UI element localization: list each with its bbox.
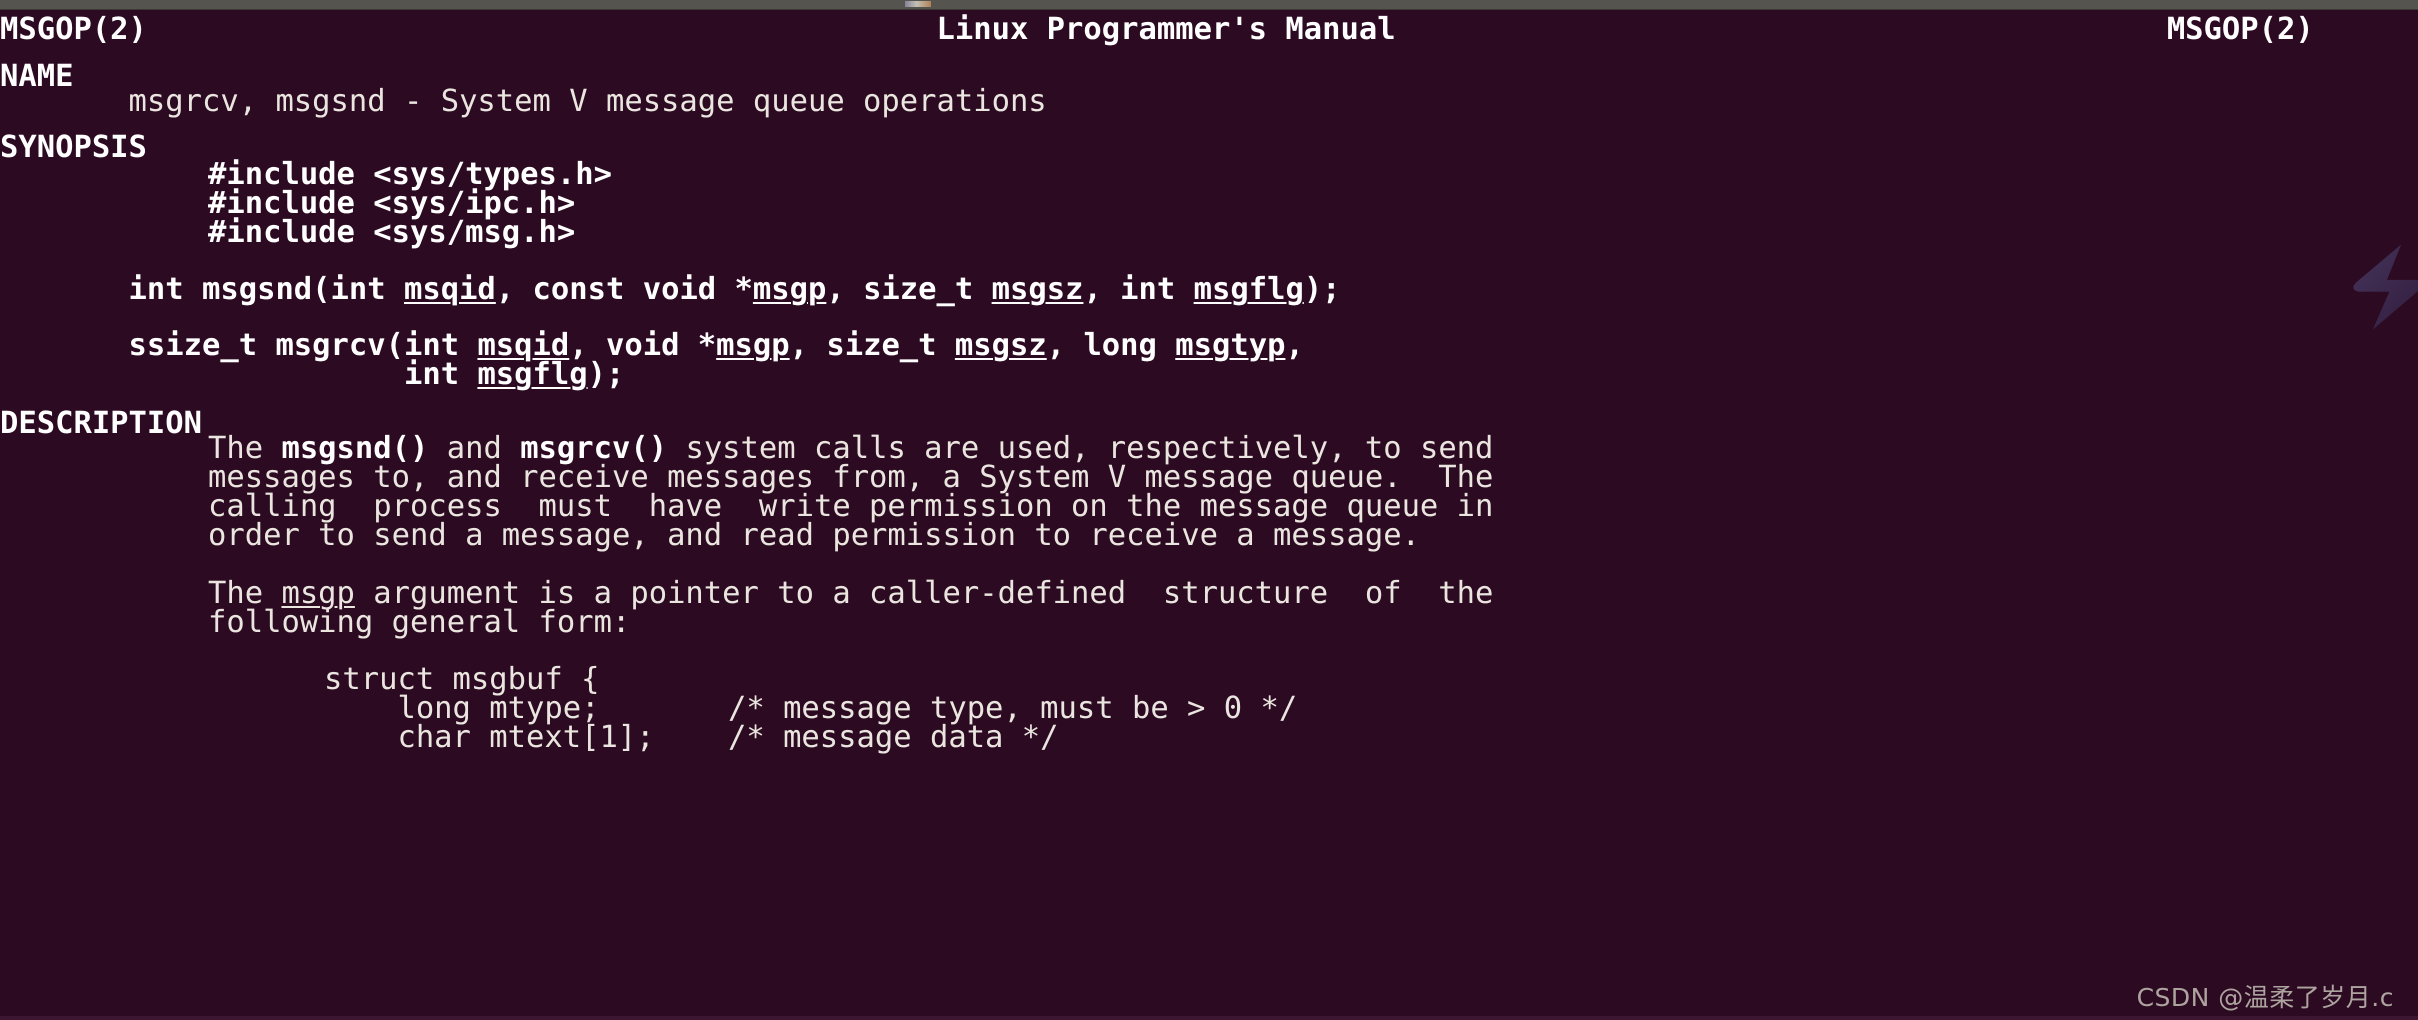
header-gap-left [147, 12, 937, 47]
viewport-bottom-edge [0, 1016, 2418, 1020]
prototype-param-msgp: msgp [752, 272, 827, 307]
name-line: msgrcv, msgsnd - System V message queue … [0, 84, 1047, 119]
prototype-fragment-1-6: , long [1046, 328, 1176, 363]
include-line-msg: #include <sys/msg.h> [208, 215, 576, 250]
prototype-fragment-0-2: , const void * [495, 272, 753, 307]
prototype-fragment-0-8: ); [1303, 272, 1341, 307]
header-gap-right [1396, 12, 2167, 47]
prototype-msgsnd: int msgsnd(int msqid, const void *msgp, … [0, 272, 1341, 307]
description-p1-line4: order to send a message, and read permis… [208, 518, 1420, 553]
prototype-param-msgtyp: msgtyp [1175, 328, 1286, 363]
prototype-param-msgflg: msgflg [477, 357, 588, 392]
csdn-watermark: CSDN @温柔了岁月.c [2136, 983, 2394, 1012]
section-heading-description-label: DESCRIPTION [0, 406, 202, 441]
titlebar-text-stub [905, 1, 931, 7]
manpage-header-right: MSGOP(2) [2166, 12, 2314, 47]
terminal-window: MSGOP(2) Linux Programmer's Manual MSGOP… [0, 0, 2418, 1020]
prototype-fragment-1-4: , size_t [789, 328, 955, 363]
prototype-msgrcv-cont: int msgflg); [0, 357, 625, 392]
prototype-fragment-0-4: , size_t [826, 272, 992, 307]
prototype-param-msqid: msqid [403, 272, 496, 307]
prototype-fragment-2-2: ); [587, 357, 625, 392]
description-p2-line2: following general form: [208, 605, 631, 640]
include-msg-text: #include <sys/msg.h> [208, 215, 576, 250]
prototype-fragment-2-0: int [0, 357, 478, 392]
prototype-fragment-0-6: , int [1083, 272, 1194, 307]
section-heading-synopsis: SYNOPSIS [0, 130, 147, 165]
prototype-fragment-1-8: , [1285, 328, 1304, 363]
manpage-header: MSGOP(2) Linux Programmer's Manual MSGOP… [0, 12, 2314, 47]
manpage-header-center: Linux Programmer's Manual [936, 12, 1396, 47]
manpage-viewport[interactable]: MSGOP(2) Linux Programmer's Manual MSGOP… [0, 9, 2418, 1020]
section-heading-synopsis-label: SYNOPSIS [0, 130, 147, 165]
prototype-param-msgp: msgp [716, 328, 790, 363]
section-heading-description: DESCRIPTION [0, 406, 202, 441]
code-struct-mtext: char mtext[1]; /* message data */ [324, 720, 1059, 755]
manpage-header-left: MSGOP(2) [0, 12, 147, 47]
prototype-fragment-0-0: int msgsnd(int [0, 272, 404, 307]
window-titlebar[interactable] [0, 0, 2418, 10]
prototype-param-msgsz: msgsz [991, 272, 1084, 307]
prototype-param-msgflg: msgflg [1193, 272, 1304, 307]
prototype-param-msgsz: msgsz [954, 328, 1047, 363]
